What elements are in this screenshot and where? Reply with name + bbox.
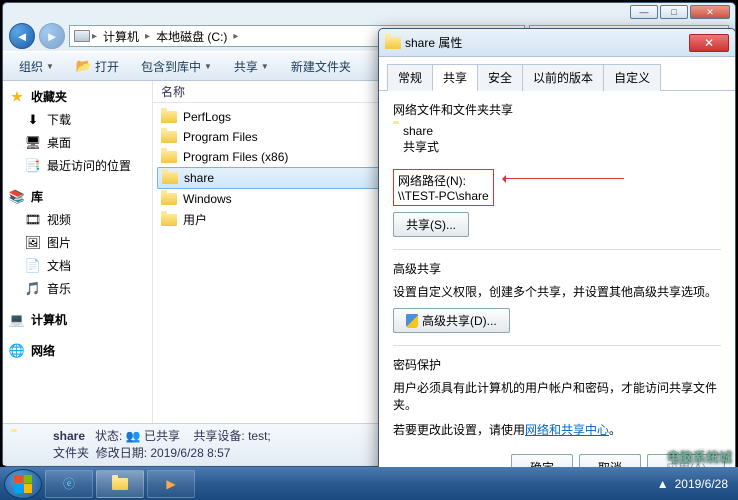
- sidebar-item-pictures[interactable]: 🖼图片: [3, 231, 152, 254]
- ie-icon: ⓔ: [63, 475, 75, 492]
- sidebar: ★收藏夹 ⬇下载 🖥桌面 📑最近访问的位置 📚库 🎞视频 🖼图片 📄文档 🎵音乐…: [3, 81, 153, 423]
- media-icon: ▶: [166, 477, 175, 491]
- section-hint: 若要更改此设置，请使用网络和共享中心。: [393, 421, 721, 438]
- sidebar-favorites[interactable]: ★收藏夹: [3, 85, 152, 108]
- sidebar-item-recent[interactable]: 📑最近访问的位置: [3, 154, 152, 177]
- start-button[interactable]: [4, 469, 42, 499]
- chevron-right-icon: ▸: [145, 31, 150, 42]
- forward-button[interactable]: ►: [39, 23, 65, 49]
- sidebar-network[interactable]: 🌐网络: [3, 339, 152, 362]
- sidebar-item-videos[interactable]: 🎞视频: [3, 208, 152, 231]
- advanced-share-button[interactable]: 高级共享(D)...: [393, 308, 510, 333]
- include-menu[interactable]: 包含到库中▼: [133, 55, 220, 78]
- close-button[interactable]: ✕: [690, 5, 730, 19]
- organize-menu[interactable]: 组织▼: [11, 55, 62, 78]
- folder-icon: [161, 129, 177, 145]
- sidebar-item-documents[interactable]: 📄文档: [3, 254, 152, 277]
- network-icon: 🌐: [9, 343, 25, 359]
- desktop-icon: 🖥: [25, 135, 41, 151]
- windows-logo-icon: [14, 475, 32, 493]
- section-title: 高级共享: [393, 260, 721, 277]
- share-button[interactable]: 共享(S)...: [393, 212, 469, 237]
- status-text: share 状态: 👥 已共享 共享设备: test; 文件夹 修改日期: 20…: [53, 428, 271, 462]
- chevron-down-icon: ▼: [261, 62, 269, 71]
- drive-icon: [74, 28, 90, 44]
- open-icon: 📂: [76, 58, 92, 74]
- share-status: 共享式: [403, 138, 439, 155]
- star-icon: ★: [9, 89, 25, 105]
- library-icon: 📚: [9, 189, 25, 205]
- folder-icon: [385, 35, 401, 51]
- folder-icon: [11, 432, 43, 458]
- maximize-button[interactable]: □: [660, 5, 688, 19]
- network-center-link[interactable]: 网络和共享中心: [525, 423, 609, 437]
- section-desc: 用户必须具有此计算机的用户帐户和密码，才能访问共享文件夹。: [393, 379, 721, 413]
- chevron-down-icon: ▼: [46, 62, 54, 71]
- annotation-arrow: [504, 178, 624, 179]
- chevron-down-icon: ▼: [204, 62, 212, 71]
- sidebar-item-downloads[interactable]: ⬇下载: [3, 108, 152, 131]
- recent-icon: 📑: [25, 158, 41, 174]
- folder-icon: [161, 191, 177, 207]
- share-menu[interactable]: 共享▼: [226, 55, 277, 78]
- taskbar-item[interactable]: [96, 470, 144, 498]
- tab-custom[interactable]: 自定义: [603, 64, 661, 91]
- sidebar-computer[interactable]: 💻计算机: [3, 308, 152, 331]
- shield-icon: [406, 314, 418, 328]
- watermark: 电脑系统城: [667, 447, 732, 466]
- taskbar-item[interactable]: ⓔ: [45, 470, 93, 498]
- newfolder-button[interactable]: 新建文件夹: [283, 55, 359, 78]
- section-title: 密码保护: [393, 356, 721, 373]
- clock[interactable]: 2019/6/28: [675, 477, 728, 491]
- share-name: share: [403, 124, 439, 138]
- path-label: 网络路径(N):: [398, 172, 489, 189]
- tab-security[interactable]: 安全: [477, 64, 523, 91]
- chevron-right-icon: ▸: [233, 31, 238, 42]
- tab-sharing[interactable]: 共享: [432, 64, 478, 91]
- network-path-box: 网络路径(N): \\TEST-PC\share: [393, 169, 494, 206]
- taskbar-item[interactable]: ▶: [147, 470, 195, 498]
- music-icon: 🎵: [25, 281, 41, 297]
- system-tray[interactable]: ▲ 2019/6/28: [657, 477, 734, 491]
- tab-general[interactable]: 常规: [387, 64, 433, 91]
- computer-icon: 💻: [9, 312, 25, 328]
- download-icon: ⬇: [25, 112, 41, 128]
- folder-icon: [161, 149, 177, 165]
- breadcrumb-computer[interactable]: 计算机: [99, 28, 143, 45]
- sidebar-item-music[interactable]: 🎵音乐: [3, 277, 152, 300]
- folder-icon: [162, 170, 178, 186]
- picture-icon: 🖼: [25, 235, 41, 251]
- section-desc: 设置自定义权限，创建多个共享，并设置其他高级共享选项。: [393, 283, 721, 300]
- folder-icon: [161, 109, 177, 125]
- path-value: \\TEST-PC\share: [398, 189, 489, 203]
- breadcrumb-drive[interactable]: 本地磁盘 (C:): [152, 28, 231, 45]
- sidebar-libraries[interactable]: 📚库: [3, 185, 152, 208]
- folder-icon: [161, 212, 177, 228]
- open-button[interactable]: 📂打开: [68, 55, 127, 78]
- dialog-tabs: 常规 共享 安全 以前的版本 自定义: [379, 57, 735, 91]
- dialog-body: 网络文件和文件夹共享 share 共享式 网络路径(N): \\TEST-PC\…: [379, 91, 735, 461]
- video-icon: 🎞: [25, 212, 41, 228]
- sidebar-item-desktop[interactable]: 🖥桌面: [3, 131, 152, 154]
- dialog-close-button[interactable]: ✕: [689, 34, 729, 52]
- tab-previous[interactable]: 以前的版本: [522, 64, 604, 91]
- minimize-button[interactable]: —: [630, 5, 658, 19]
- chevron-right-icon: ▸: [92, 31, 97, 42]
- properties-dialog: share 属性 ✕ 常规 共享 安全 以前的版本 自定义 网络文件和文件夹共享…: [378, 28, 736, 490]
- document-icon: 📄: [25, 258, 41, 274]
- back-button[interactable]: ◄: [9, 23, 35, 49]
- dialog-title: share 属性: [401, 34, 689, 51]
- explorer-icon: [112, 478, 128, 490]
- titlebar: — □ ✕: [3, 3, 735, 21]
- section-title: 网络文件和文件夹共享: [393, 101, 721, 118]
- taskbar: ⓔ ▶ ▲ 2019/6/28: [0, 467, 738, 500]
- dialog-titlebar: share 属性 ✕: [379, 29, 735, 57]
- tray-icon[interactable]: ▲: [657, 477, 669, 491]
